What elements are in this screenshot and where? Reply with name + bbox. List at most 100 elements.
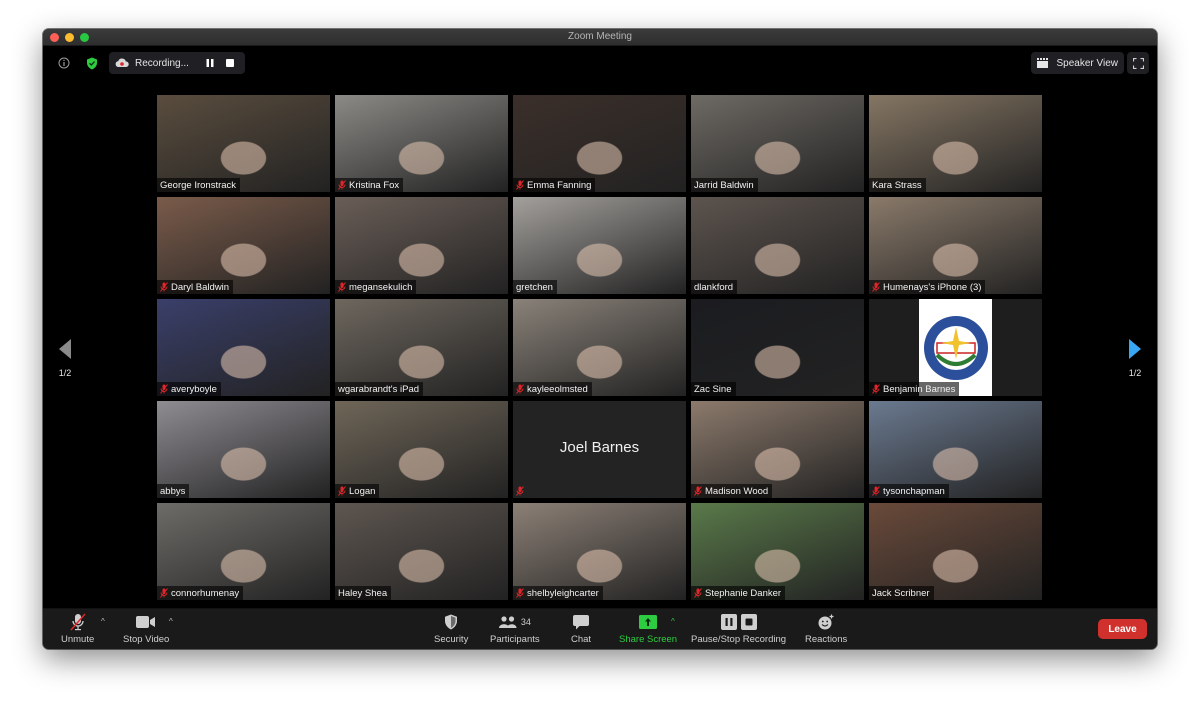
participant-tile[interactable]: Humenays's iPhone (3) <box>869 197 1042 294</box>
participant-tile[interactable]: wgarabrandt's iPad <box>335 299 508 396</box>
participants-button[interactable]: 34 Participants <box>490 613 540 645</box>
participant-name-label: Haley Shea <box>335 586 392 600</box>
stop-recording-button[interactable] <box>223 56 237 70</box>
participants-count: 34 <box>520 617 531 627</box>
participant-name-label: Benjamin Barnes <box>869 382 960 396</box>
speaker-view-button[interactable]: Speaker View <box>1031 52 1124 74</box>
muted-microphone-icon <box>872 282 880 292</box>
participant-tile[interactable]: kayleeolmsted <box>513 299 686 396</box>
participant-name: averyboyle <box>171 383 217 395</box>
participant-name-label: Daryl Baldwin <box>157 280 234 294</box>
leave-meeting-button[interactable]: Leave <box>1098 619 1147 639</box>
participant-tile[interactable]: Jarrid Baldwin <box>691 95 864 192</box>
pause-icon <box>206 59 214 67</box>
participant-tile[interactable]: Haley Shea <box>335 503 508 600</box>
participant-tile[interactable]: Zac Sine <box>691 299 864 396</box>
next-page-button[interactable]: 1/2 <box>1123 339 1147 378</box>
participant-tile[interactable]: dlankford <box>691 197 864 294</box>
participant-name: shelbyleighcarter <box>527 587 599 599</box>
top-bar-right: Speaker View <box>1031 52 1149 74</box>
participant-tile[interactable]: Benjamin Barnes <box>869 299 1042 396</box>
shield-check-icon <box>87 57 97 69</box>
participant-tile[interactable]: megansekulich <box>335 197 508 294</box>
muted-microphone-icon <box>694 486 702 496</box>
previous-page-button[interactable]: 1/2 <box>53 339 77 378</box>
participant-tile[interactable]: abbys <box>157 401 330 498</box>
pause-recording-icon <box>720 614 737 630</box>
pause-stop-recording-label: Pause/Stop Recording <box>691 634 787 645</box>
security-label: Security <box>434 634 469 645</box>
muted-microphone-icon <box>160 588 168 598</box>
muted-microphone-icon <box>160 282 168 292</box>
participant-tile[interactable]: Joel Barnes <box>513 401 686 498</box>
participant-video-grid: George Ironstrack Kristina Fox Emma Fannin… <box>157 95 1043 601</box>
encryption-button[interactable] <box>81 52 103 74</box>
participant-name-label: connorhumenay <box>157 586 244 600</box>
unmute-label: Unmute <box>61 634 95 645</box>
participant-name-label: averyboyle <box>157 382 221 396</box>
participant-tile[interactable]: Madison Wood <box>691 401 864 498</box>
participant-tile[interactable]: Jack Scribner <box>869 503 1042 600</box>
security-shield-icon <box>445 614 458 630</box>
participant-name-label: gretchen <box>513 280 557 294</box>
participant-name-label: George Ironstrack <box>157 178 241 192</box>
video-options-caret[interactable]: ^ <box>169 617 173 626</box>
meeting-info-button[interactable] <box>53 52 75 74</box>
muted-microphone-icon <box>338 180 346 190</box>
participant-name-label: Stephanie Danker <box>691 586 786 600</box>
video-camera-icon <box>136 616 156 628</box>
security-button[interactable]: Security <box>434 613 468 645</box>
muted-microphone-icon <box>338 486 346 496</box>
participant-name: Humenays's iPhone (3) <box>883 281 982 293</box>
participant-name-label: dlankford <box>691 280 738 294</box>
share-options-caret[interactable]: ^ <box>671 617 675 626</box>
participant-name-label: Zac Sine <box>691 382 736 396</box>
muted-microphone-icon <box>516 384 524 394</box>
reactions-emoji-icon <box>818 614 834 630</box>
participant-tile[interactable]: Stephanie Danker <box>691 503 864 600</box>
recording-label: Recording... <box>135 57 189 69</box>
reactions-label: Reactions <box>805 634 848 645</box>
stop-video-button[interactable]: Stop Video <box>123 613 169 645</box>
participant-tile[interactable]: Kara Strass <box>869 95 1042 192</box>
participant-tile[interactable]: Logan <box>335 401 508 498</box>
participant-tile[interactable]: Emma Fanning <box>513 95 686 192</box>
participant-name: Daryl Baldwin <box>171 281 230 293</box>
stop-recording-icon <box>740 614 757 630</box>
reactions-button[interactable]: Reactions <box>805 613 847 645</box>
speaker-view-label: Speaker View <box>1056 57 1118 69</box>
participant-name-label: Logan <box>335 484 380 498</box>
participant-name-label: kayleeolmsted <box>513 382 592 396</box>
participants-label: Participants <box>490 634 540 645</box>
participant-name: Jack Scribner <box>872 587 930 599</box>
participant-tile[interactable]: gretchen <box>513 197 686 294</box>
participant-name: dlankford <box>694 281 734 293</box>
top-bar-left: Recording... <box>53 52 245 74</box>
participant-tile[interactable]: Kristina Fox <box>335 95 508 192</box>
fullscreen-icon <box>1132 57 1144 69</box>
meeting-toolbar: Unmute ^ Stop Video ^ Security 34 Partic… <box>43 608 1157 649</box>
participant-tile[interactable]: averyboyle <box>157 299 330 396</box>
participant-name: Haley Shea <box>338 587 388 599</box>
unmute-button[interactable]: Unmute <box>61 613 94 645</box>
audio-options-caret[interactable]: ^ <box>101 617 105 626</box>
participant-name-label: Jack Scribner <box>869 586 934 600</box>
participant-tile[interactable]: George Ironstrack <box>157 95 330 192</box>
pause-stop-recording-button[interactable]: Pause/Stop Recording <box>691 613 786 645</box>
seal-emblem-icon <box>923 315 988 380</box>
participant-tile[interactable]: connorhumenay <box>157 503 330 600</box>
muted-microphone-icon <box>872 384 880 394</box>
participant-name: wgarabrandt's iPad <box>338 383 420 395</box>
pause-recording-button[interactable] <box>203 56 217 70</box>
participant-name-label: Kara Strass <box>869 178 926 192</box>
chat-button[interactable]: Chat <box>571 613 591 645</box>
participant-tile[interactable]: tysonchapman <box>869 401 1042 498</box>
fullscreen-button[interactable] <box>1127 52 1149 74</box>
share-screen-button[interactable]: Share Screen <box>619 613 677 645</box>
participant-name-label: Humenays's iPhone (3) <box>869 280 986 294</box>
share-screen-label: Share Screen <box>619 634 678 645</box>
participant-tile[interactable]: shelbyleighcarter <box>513 503 686 600</box>
page-indicator-right: 1/2 <box>1128 368 1142 378</box>
participant-tile[interactable]: Daryl Baldwin <box>157 197 330 294</box>
participant-name: Kristina Fox <box>349 179 400 191</box>
